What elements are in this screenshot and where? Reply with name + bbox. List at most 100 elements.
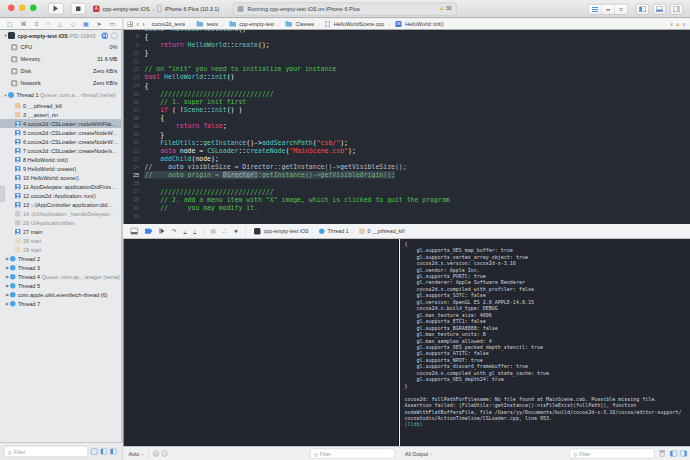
standard-editor-button[interactable] bbox=[589, 5, 602, 15]
stack-frame[interactable]: 4 cocos2d::CSLoader::nodeWithFlat… bbox=[0, 119, 122, 128]
debug-breadcrumb-item[interactable]: cpp-empty-test iOS bbox=[264, 228, 309, 234]
breadcrumb-item[interactable]: tests bbox=[207, 21, 218, 27]
thread-row[interactable]: ▶Thread 5 bbox=[0, 281, 122, 290]
line-number: 15 bbox=[124, 90, 145, 96]
stack-frame[interactable]: 14 -[UIApplication _handleDelegate… bbox=[0, 209, 122, 218]
toggle-inspector-button[interactable] bbox=[670, 4, 683, 15]
hide-debug-area-button[interactable] bbox=[131, 228, 139, 235]
debug-navigator-icon[interactable]: ▦ bbox=[83, 19, 89, 29]
thread-icon bbox=[319, 228, 325, 234]
thread-row[interactable]: ▶Thread 3 bbox=[0, 263, 122, 272]
next-issue-button[interactable]: › bbox=[683, 20, 685, 28]
zoom-window-button[interactable] bbox=[30, 5, 37, 12]
minimize-window-button[interactable] bbox=[19, 5, 26, 12]
stack-frame[interactable]: 0 __pthread_kill bbox=[0, 101, 122, 110]
source-editor[interactable]: 7Scene* HelloWorld::scene()8{9 return He… bbox=[124, 30, 690, 224]
thread-row[interactable]: ▼Thread 1 Queue: com.a…-thread (serial) bbox=[0, 89, 122, 101]
related-items-icon[interactable] bbox=[128, 21, 134, 27]
destination-name[interactable]: iPhone 6 Plus (10.3.1) bbox=[165, 6, 219, 12]
project-navigator-icon[interactable]: ▢ bbox=[7, 19, 13, 29]
debug-view-hierarchy-button[interactable]: ◎ bbox=[211, 228, 216, 235]
debug-breadcrumb-item[interactable]: 0 __pthread_kill bbox=[368, 228, 405, 234]
sidebar-edge-handle[interactable] bbox=[0, 186, 5, 202]
toggle-debug-area-button[interactable] bbox=[653, 4, 666, 15]
pause-process-button[interactable] bbox=[102, 32, 109, 39]
stack-frame[interactable]: 13 ::-[AppController application:did… bbox=[0, 200, 122, 209]
symbol-navigator-icon[interactable]: ≡ bbox=[35, 19, 39, 29]
step-out-button[interactable]: ↑ bbox=[193, 228, 196, 234]
scheme-selector[interactable]: A cpp-empty-test iOS › iPhone 6 Plus (10… bbox=[93, 5, 219, 12]
show-only-interesting-icon[interactable] bbox=[101, 449, 108, 455]
breadcrumb-item[interactable]: cocos2d_tests bbox=[152, 21, 186, 27]
info-icon[interactable]: i bbox=[162, 451, 168, 457]
stop-button[interactable] bbox=[71, 3, 86, 15]
scheme-name[interactable]: cpp-empty-test iOS bbox=[103, 6, 150, 12]
variables-scope-dropdown[interactable]: Auto⌄ bbox=[129, 451, 145, 457]
test-navigator-icon[interactable]: ◇ bbox=[70, 19, 75, 29]
gauge-row-disk[interactable]: DiskZero KB/s bbox=[0, 65, 122, 77]
version-editor-button[interactable]: ⇄ bbox=[615, 5, 628, 15]
gauge-row-network[interactable]: NetworkZero KB/s bbox=[0, 77, 122, 89]
line-number: 7 bbox=[124, 30, 145, 31]
code-line: 25// auto origin = Director::getInstance… bbox=[124, 171, 690, 179]
stack-frame[interactable]: 8 HelloWorld::init() bbox=[0, 155, 122, 164]
kill-process-button[interactable] bbox=[111, 32, 118, 39]
sidebar-filter-input[interactable]: ◎Filter bbox=[4, 446, 88, 457]
stack-frame[interactable]: 28 start bbox=[0, 236, 122, 245]
close-window-button[interactable] bbox=[8, 5, 15, 12]
stack-frame[interactable]: 6 cocos2d::CSLoader::createNodeW… bbox=[0, 137, 122, 146]
find-navigator-icon[interactable]: ○ bbox=[46, 19, 50, 29]
step-into-button[interactable]: ↓ bbox=[184, 228, 187, 234]
toggle-variables-view-button[interactable] bbox=[670, 451, 677, 457]
console-filter-input[interactable]: ◎Filter bbox=[570, 449, 655, 459]
debug-breadcrumb-item[interactable]: Thread 1 bbox=[328, 228, 349, 234]
stack-frame[interactable]: 9 HelloWorld::create() bbox=[0, 164, 122, 173]
stack-frame[interactable]: 27 main bbox=[0, 227, 122, 236]
breadcrumb-item[interactable]: HelloWorldScene.cpp bbox=[334, 21, 384, 27]
memory-graph-button[interactable]: ∴ bbox=[223, 228, 227, 235]
breadcrumb-item[interactable]: cpp-empty-test bbox=[239, 21, 274, 27]
show-values-icon[interactable]: ◎ bbox=[153, 451, 159, 457]
go-forward-button[interactable]: › bbox=[142, 20, 144, 28]
toggle-navigator-button[interactable] bbox=[636, 4, 649, 15]
stack-frame[interactable]: 10 HelloWorld::scene() bbox=[0, 173, 122, 182]
stack-frame[interactable]: 26 UIApplicationMain bbox=[0, 218, 122, 227]
gauge-row-memory[interactable]: Memory31.6 MB bbox=[0, 53, 122, 65]
clear-console-button[interactable] bbox=[660, 451, 666, 457]
breadcrumb-item[interactable]: HelloWorld::init() bbox=[405, 21, 444, 27]
console-scope-dropdown[interactable]: All Output⌄ bbox=[405, 451, 433, 457]
continue-button[interactable] bbox=[160, 229, 165, 234]
stack-frame[interactable]: 3 __assert_rtn bbox=[0, 110, 122, 119]
go-back-button[interactable]: ‹ bbox=[137, 20, 139, 28]
thread-row[interactable]: ▶Thread 7 bbox=[0, 299, 122, 308]
breakpoints-toggle-button[interactable] bbox=[145, 228, 153, 234]
issue-navigator-icon[interactable]: △ bbox=[58, 19, 63, 29]
run-button[interactable] bbox=[48, 3, 64, 15]
report-navigator-icon[interactable]: ▭ bbox=[110, 19, 116, 29]
gauge-row-cpu[interactable]: CPU0% bbox=[0, 41, 122, 53]
variables-filter-input[interactable]: ◎Filter bbox=[310, 449, 395, 459]
show-running-blocks-icon[interactable] bbox=[91, 449, 98, 455]
stack-frame[interactable]: 11 AppDelegate::applicationDidFinis… bbox=[0, 182, 122, 191]
variables-view[interactable] bbox=[124, 239, 400, 446]
stack-frame[interactable]: 5 cocos2d::CSLoader::createNodeW… bbox=[0, 128, 122, 137]
step-over-button[interactable]: ↷ bbox=[172, 228, 177, 235]
source-control-navigator-icon[interactable]: ⌘ bbox=[21, 19, 27, 29]
previous-issue-button[interactable]: ‹ bbox=[670, 20, 672, 28]
view-mode-icon[interactable] bbox=[110, 449, 117, 455]
assistant-editor-button[interactable]: ●● bbox=[602, 5, 615, 15]
stack-frame[interactable]: 7 cocos2d::CSLoader::createNode(s… bbox=[0, 146, 122, 155]
console-output[interactable]: { gl.supports_OES_map_buffer: true gl.su… bbox=[400, 239, 690, 446]
line-number: 27 bbox=[124, 188, 145, 194]
thread-row[interactable]: ▶Thread 2 bbox=[0, 254, 122, 263]
thread-row[interactable]: ▶com.apple.uikit.eventfetch-thread (6) bbox=[0, 290, 122, 299]
toggle-console-view-button[interactable] bbox=[680, 451, 687, 457]
thread-row[interactable]: ▶Thread 4 Queue: com.ap…anager (serial) bbox=[0, 272, 122, 281]
warning-count-badge[interactable]: ▲30 bbox=[439, 5, 452, 11]
breakpoint-navigator-icon[interactable]: ➤ bbox=[97, 19, 102, 29]
simulate-location-button[interactable]: ➤ bbox=[234, 228, 239, 235]
stack-frame[interactable]: 12 cocos2d::Application::run() bbox=[0, 191, 122, 200]
breadcrumb-item[interactable]: Classes bbox=[296, 21, 315, 27]
stack-frame[interactable]: 29 start bbox=[0, 245, 122, 254]
process-row[interactable]: ▼cpp-empty-test iOS PID 10945 bbox=[0, 30, 122, 41]
